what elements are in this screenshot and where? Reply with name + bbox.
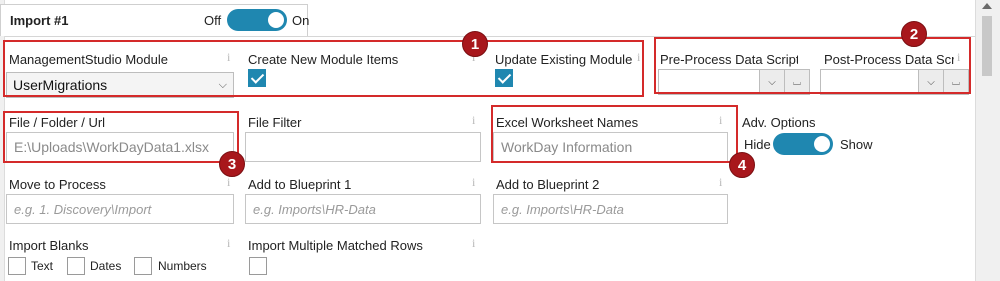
callout-badge-3: 3	[219, 151, 245, 177]
blanks-dates-checkbox[interactable]	[67, 257, 85, 275]
adv-options-label: Adv. Options	[742, 115, 816, 130]
scroll-thumb[interactable]	[982, 16, 992, 76]
import-enabled-toggle[interactable]	[227, 9, 287, 31]
adv-hide-label: Hide	[744, 137, 771, 152]
move-to-process-input[interactable]: e.g. 1. Discovery\Import	[6, 194, 234, 224]
highlight-box-2	[654, 37, 971, 94]
blueprint1-input[interactable]: e.g. Imports\HR-Data	[245, 194, 481, 224]
import-blanks-info-icon[interactable]: i	[227, 236, 230, 251]
highlight-box-1	[3, 40, 644, 97]
blueprint2-label: Add to Blueprint 2	[496, 177, 600, 192]
blanks-dates-label: Dates	[90, 259, 122, 273]
toggle-off-label: Off	[204, 13, 222, 28]
blanks-numbers-checkbox[interactable]	[134, 257, 152, 275]
callout-badge-2: 2	[901, 21, 927, 47]
move-to-process-label: Move to Process	[9, 177, 106, 192]
adv-options-toggle[interactable]	[773, 133, 833, 155]
import-blanks-label: Import Blanks	[9, 238, 89, 253]
file-filter-label: File Filter	[248, 115, 302, 130]
blanks-numbers-label: Numbers	[158, 259, 207, 273]
scroll-up-arrow-icon[interactable]	[982, 3, 992, 9]
blueprint1-label: Add to Blueprint 1	[248, 177, 352, 192]
toggle-on-label: On	[292, 13, 310, 28]
adv-show-label: Show	[840, 137, 873, 152]
multiple-matched-checkbox[interactable]	[249, 257, 267, 275]
highlight-box-4	[491, 105, 738, 163]
file-filter-info-icon[interactable]: i	[472, 113, 475, 128]
blanks-text-label: Text	[31, 259, 54, 273]
callout-badge-4: 4	[729, 152, 755, 178]
highlight-box-3	[3, 111, 239, 163]
toggle-knob	[814, 136, 830, 152]
multiple-matched-info-icon[interactable]: i	[472, 236, 475, 251]
multiple-matched-label: Import Multiple Matched Rows	[248, 238, 423, 253]
file-filter-input[interactable]	[245, 132, 481, 162]
blueprint1-info-icon[interactable]: i	[472, 175, 475, 190]
blanks-text-checkbox[interactable]	[8, 257, 26, 275]
move-to-process-info-icon[interactable]: i	[227, 175, 230, 190]
blueprint2-input[interactable]: e.g. Imports\HR-Data	[493, 194, 728, 224]
tab-title: Import #1	[10, 13, 69, 28]
toggle-knob	[268, 12, 284, 28]
callout-badge-1: 1	[462, 31, 488, 57]
blueprint2-info-icon[interactable]: i	[719, 175, 722, 190]
